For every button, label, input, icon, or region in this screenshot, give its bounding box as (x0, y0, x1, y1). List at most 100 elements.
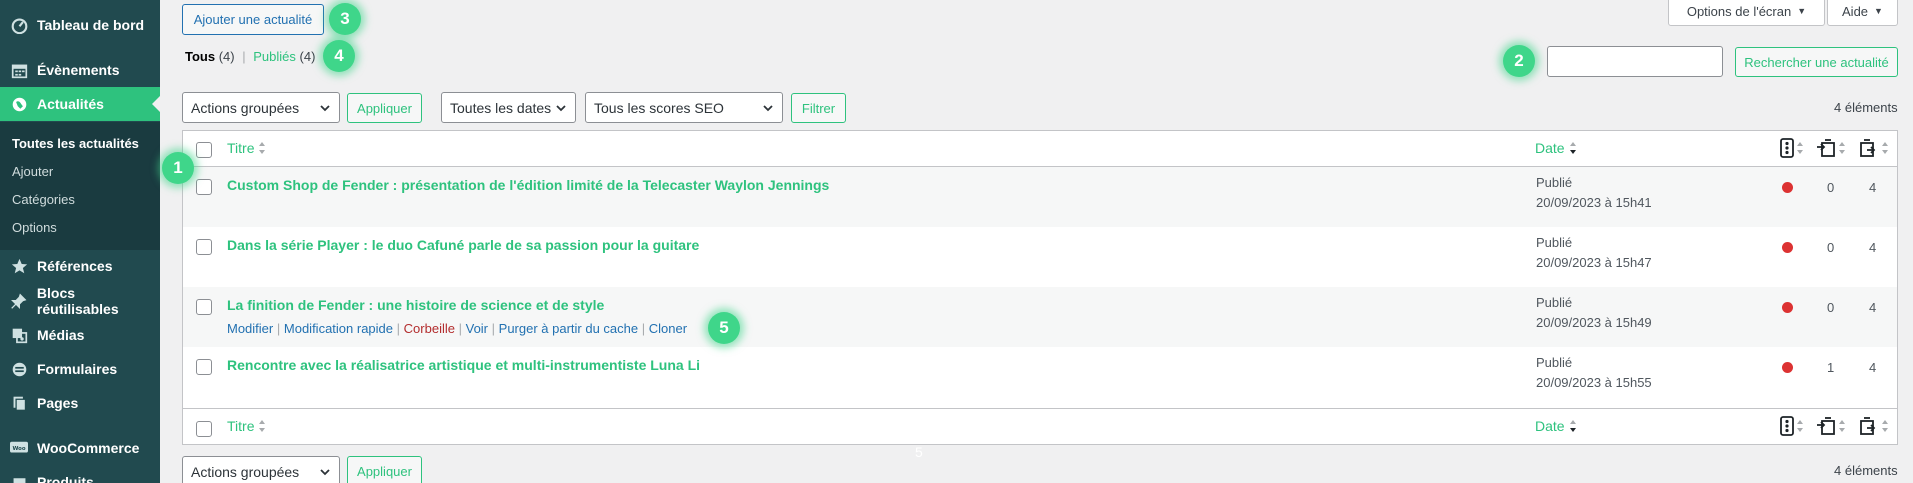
seo-status-dot (1782, 242, 1793, 253)
sort-icon (259, 142, 266, 154)
annotation-badge-1: 1 (162, 152, 194, 184)
view-link[interactable]: Voir (466, 321, 488, 336)
menu-item-dashboard[interactable]: Tableau de bord (0, 8, 160, 42)
traffic-light-icon (1780, 416, 1794, 436)
view-all-label[interactable]: Tous (185, 49, 215, 64)
action-separator: | (491, 321, 496, 336)
table-footer: Titre Date (183, 408, 1897, 444)
submenu-all-news[interactable]: Toutes les actualités (12, 136, 139, 151)
menu-item-events[interactable]: Évènements (0, 53, 160, 87)
column-date-label: Date (1535, 418, 1565, 434)
seo-score-value: Tous les scores SEO (594, 99, 724, 116)
trash-link[interactable]: Corbeille (404, 321, 455, 336)
row-checkbox[interactable] (196, 299, 212, 315)
post-date: 20/09/2023 à 15h41 (1536, 195, 1652, 210)
post-title-link[interactable]: La finition de Fender : une histoire de … (227, 297, 604, 313)
apply-button[interactable]: Appliquer (347, 93, 422, 123)
menu-item-media[interactable]: Médias (0, 318, 160, 352)
woocommerce-icon: Woo (10, 439, 28, 457)
news-submenu: Toutes les actualités Ajouter Catégories… (0, 122, 160, 250)
post-title-link[interactable]: Custom Shop de Fender : présentation de … (227, 177, 829, 193)
post-title-link[interactable]: Rencontre avec la réalisatrice artistiqu… (227, 357, 700, 373)
post-status: Publié (1536, 355, 1573, 370)
links-in-icon (1817, 417, 1835, 435)
sort-icon (1882, 142, 1888, 154)
purge-cache-link[interactable]: Purger à partir du cache (499, 321, 638, 336)
caret-down-icon: ▼ (1797, 6, 1807, 16)
star-icon (10, 257, 28, 275)
seo-column-sort-footer[interactable] (1780, 416, 1804, 436)
column-date-sort[interactable]: Date (1535, 140, 1577, 156)
bulk-actions-select[interactable]: Actions groupées (182, 92, 340, 123)
caret-down-icon: ▼ (1874, 6, 1883, 16)
annotation-badge-5: 5 (708, 312, 740, 344)
links-out-column-sort-footer[interactable] (1859, 416, 1889, 436)
traffic-light-icon (1780, 138, 1794, 158)
menu-label: Pages (37, 395, 79, 411)
menu-item-news[interactable]: Actualités (0, 87, 160, 121)
view-published-link[interactable]: Publiés (253, 49, 296, 64)
screen-options-label: Options de l'écran (1686, 3, 1792, 19)
bulk-actions-select-bottom[interactable]: Actions groupées (182, 456, 340, 483)
seo-status-dot (1782, 362, 1793, 373)
menu-item-reusable-blocks[interactable]: Blocs réutilisables (0, 284, 160, 318)
menu-item-woocommerce[interactable]: Woo WooCommerce (0, 431, 160, 465)
dates-select[interactable]: Toutes les dates (441, 92, 576, 123)
filter-button[interactable]: Filtrer (791, 93, 846, 123)
seo-score-select[interactable]: Tous les scores SEO (585, 92, 783, 123)
row-checkbox[interactable] (196, 179, 212, 195)
search-input[interactable] (1547, 46, 1723, 77)
select-all-checkbox[interactable] (196, 142, 212, 158)
calendar-icon (10, 61, 28, 79)
annotation-badge-3: 3 (329, 3, 361, 35)
links-in-column-sort-footer[interactable] (1816, 416, 1846, 436)
post-date: 20/09/2023 à 15h47 (1536, 255, 1652, 270)
seo-column-sort[interactable] (1780, 138, 1804, 158)
edit-link[interactable]: Modifier (227, 321, 273, 336)
globe-icon (10, 95, 28, 113)
links-in-count: 0 (1827, 300, 1835, 315)
bulk-actions-value: Actions groupées (191, 463, 300, 480)
forms-icon (10, 360, 28, 378)
quick-edit-link[interactable]: Modification rapide (284, 321, 393, 336)
sort-icon (1839, 142, 1845, 154)
menu-label: Références (37, 258, 113, 274)
sort-desc-icon (1569, 142, 1576, 154)
apply-button-bottom[interactable]: Appliquer (347, 456, 422, 483)
sort-icon (1882, 420, 1888, 432)
action-separator: | (276, 321, 281, 336)
menu-item-pages[interactable]: Pages (0, 386, 160, 420)
menu-label: Médias (37, 327, 85, 343)
help-button[interactable]: Aide ▼ (1827, 0, 1898, 26)
row-checkbox[interactable] (196, 239, 212, 255)
search-news-button[interactable]: Rechercher une actualité (1735, 47, 1898, 77)
submenu-categories[interactable]: Catégories (12, 192, 75, 207)
column-title-sort[interactable]: Titre (227, 140, 266, 156)
menu-item-products[interactable]: Produits (0, 465, 160, 483)
clone-link[interactable]: Cloner (649, 321, 687, 336)
links-out-count: 4 (1869, 300, 1877, 315)
submenu-options[interactable]: Options (12, 220, 57, 235)
submenu-add[interactable]: Ajouter (12, 164, 53, 179)
links-in-icon (1817, 139, 1835, 157)
news-table: Titre Date Custom Shop de Fender : prése… (182, 130, 1898, 445)
links-out-column-sort[interactable] (1859, 138, 1889, 158)
chevron-down-icon (556, 105, 566, 112)
pin-icon (10, 292, 28, 310)
screen-options-button[interactable]: Options de l'écran ▼ (1668, 0, 1825, 26)
add-news-button[interactable]: Ajouter une actualité (182, 4, 324, 35)
seo-status-dot (1782, 302, 1793, 313)
select-all-checkbox-footer[interactable] (196, 421, 212, 437)
post-title-link[interactable]: Dans la série Player : le duo Cafuné par… (227, 237, 699, 253)
column-title-sort-footer[interactable]: Titre (227, 418, 266, 434)
view-filters: Tous (4) | Publiés (4) (185, 49, 315, 64)
menu-item-references[interactable]: Références (0, 249, 160, 283)
dates-value: Toutes les dates (450, 99, 552, 116)
links-in-column-sort[interactable] (1816, 138, 1846, 158)
menu-label: Évènements (37, 62, 120, 78)
column-date-sort-footer[interactable]: Date (1535, 418, 1577, 434)
menu-item-forms[interactable]: Formulaires (0, 352, 160, 386)
links-out-count: 4 (1869, 180, 1877, 195)
seo-status-dot (1782, 182, 1793, 193)
row-checkbox[interactable] (196, 359, 212, 375)
